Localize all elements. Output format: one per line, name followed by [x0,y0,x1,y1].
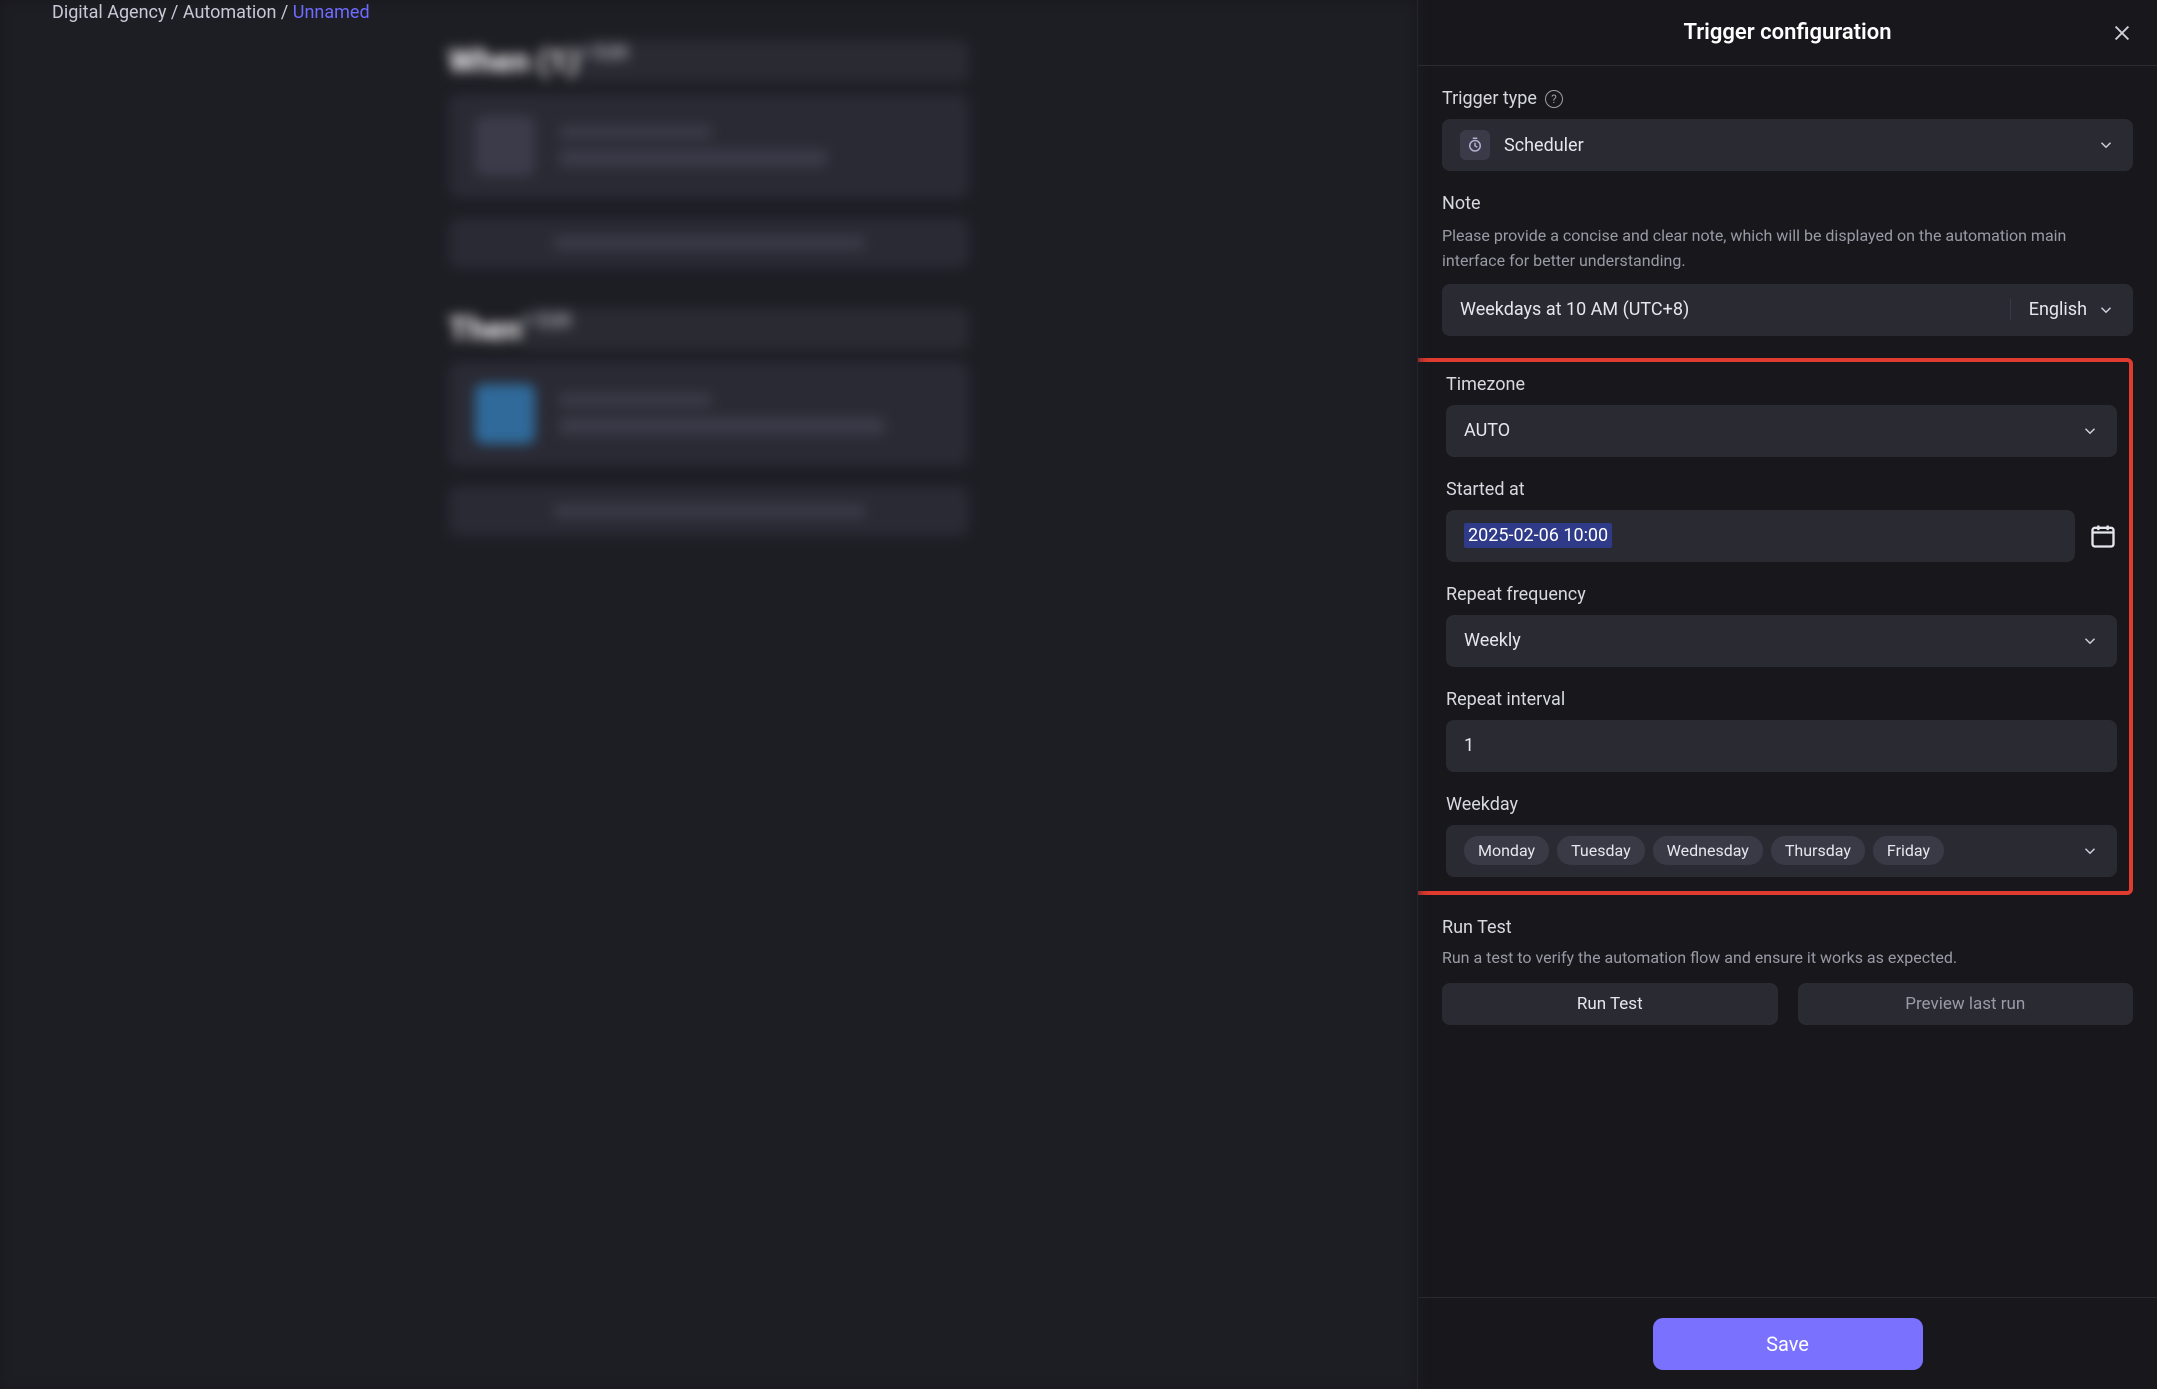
calendar-icon[interactable] [2089,522,2117,550]
when-heading: When (1) [449,42,579,80]
run-test-button[interactable]: Run Test [1442,983,1778,1025]
then-heading: Then [449,310,522,348]
then-edit: + Edit [521,308,968,350]
when-edit: + Edit [578,40,968,82]
main-canvas-blurred: When (1) + Edit Then + Edit [0,0,1417,1389]
weekday-chips: Monday Tuesday Wednesday Thursday Friday [1464,836,1944,865]
scheduler-icon [1460,130,1490,160]
help-icon[interactable]: ? [1545,90,1563,108]
note-help: Please provide a concise and clear note,… [1442,224,2133,274]
timezone-select[interactable]: AUTO [1446,405,2117,457]
repeat-frequency-label: Repeat frequency [1446,584,2117,605]
trigger-type-select[interactable]: Scheduler [1442,119,2133,171]
note-input-row: Weekdays at 10 AM (UTC+8) English [1442,284,2133,336]
chevron-down-icon [2081,842,2099,860]
panel-header: Trigger configuration [1418,0,2157,66]
run-test-label: Run Test [1442,917,2133,938]
panel-footer: Save [1418,1297,2157,1389]
note-language-select[interactable]: English [2010,299,2133,320]
breadcrumb-link[interactable]: Unnamed [293,2,370,23]
weekday-chip[interactable]: Tuesday [1557,836,1645,865]
preview-last-run-button[interactable]: Preview last run [1798,983,2134,1025]
note-input[interactable]: Weekdays at 10 AM (UTC+8) [1442,299,2010,320]
chevron-down-icon [2081,632,2099,650]
weekday-chip[interactable]: Monday [1464,836,1549,865]
panel-title: Trigger configuration [1683,20,1891,45]
chevron-down-icon [2081,422,2099,440]
highlighted-section: Timezone AUTO Started at 2025-02-06 10:0… [1418,358,2133,895]
repeat-interval-input[interactable]: 1 [1446,720,2117,772]
trigger-type-value: Scheduler [1504,135,1584,156]
trigger-type-label: Trigger type ? [1442,88,2133,109]
repeat-frequency-select[interactable]: Weekly [1446,615,2117,667]
close-icon[interactable] [2111,22,2133,44]
weekday-chip[interactable]: Wednesday [1653,836,1763,865]
weekday-label: Weekday [1446,794,2117,815]
repeat-interval-label: Repeat interval [1446,689,2117,710]
weekday-select[interactable]: Monday Tuesday Wednesday Thursday Friday [1446,825,2117,877]
chevron-down-icon [2097,136,2115,154]
note-label: Note [1442,193,2133,214]
chevron-down-icon [2097,301,2115,319]
timezone-label: Timezone [1446,374,2117,395]
trigger-config-panel: Trigger configuration Trigger type ? Sch [1417,0,2157,1389]
weekday-chip[interactable]: Thursday [1771,836,1865,865]
started-at-label: Started at [1446,479,2117,500]
started-at-input[interactable]: 2025-02-06 10:00 [1446,510,2075,562]
weekday-chip[interactable]: Friday [1873,836,1944,865]
run-test-help: Run a test to verify the automation flow… [1442,948,2133,967]
breadcrumb: Digital Agency / Automation / Unnamed [52,2,370,23]
save-button[interactable]: Save [1653,1318,1923,1370]
